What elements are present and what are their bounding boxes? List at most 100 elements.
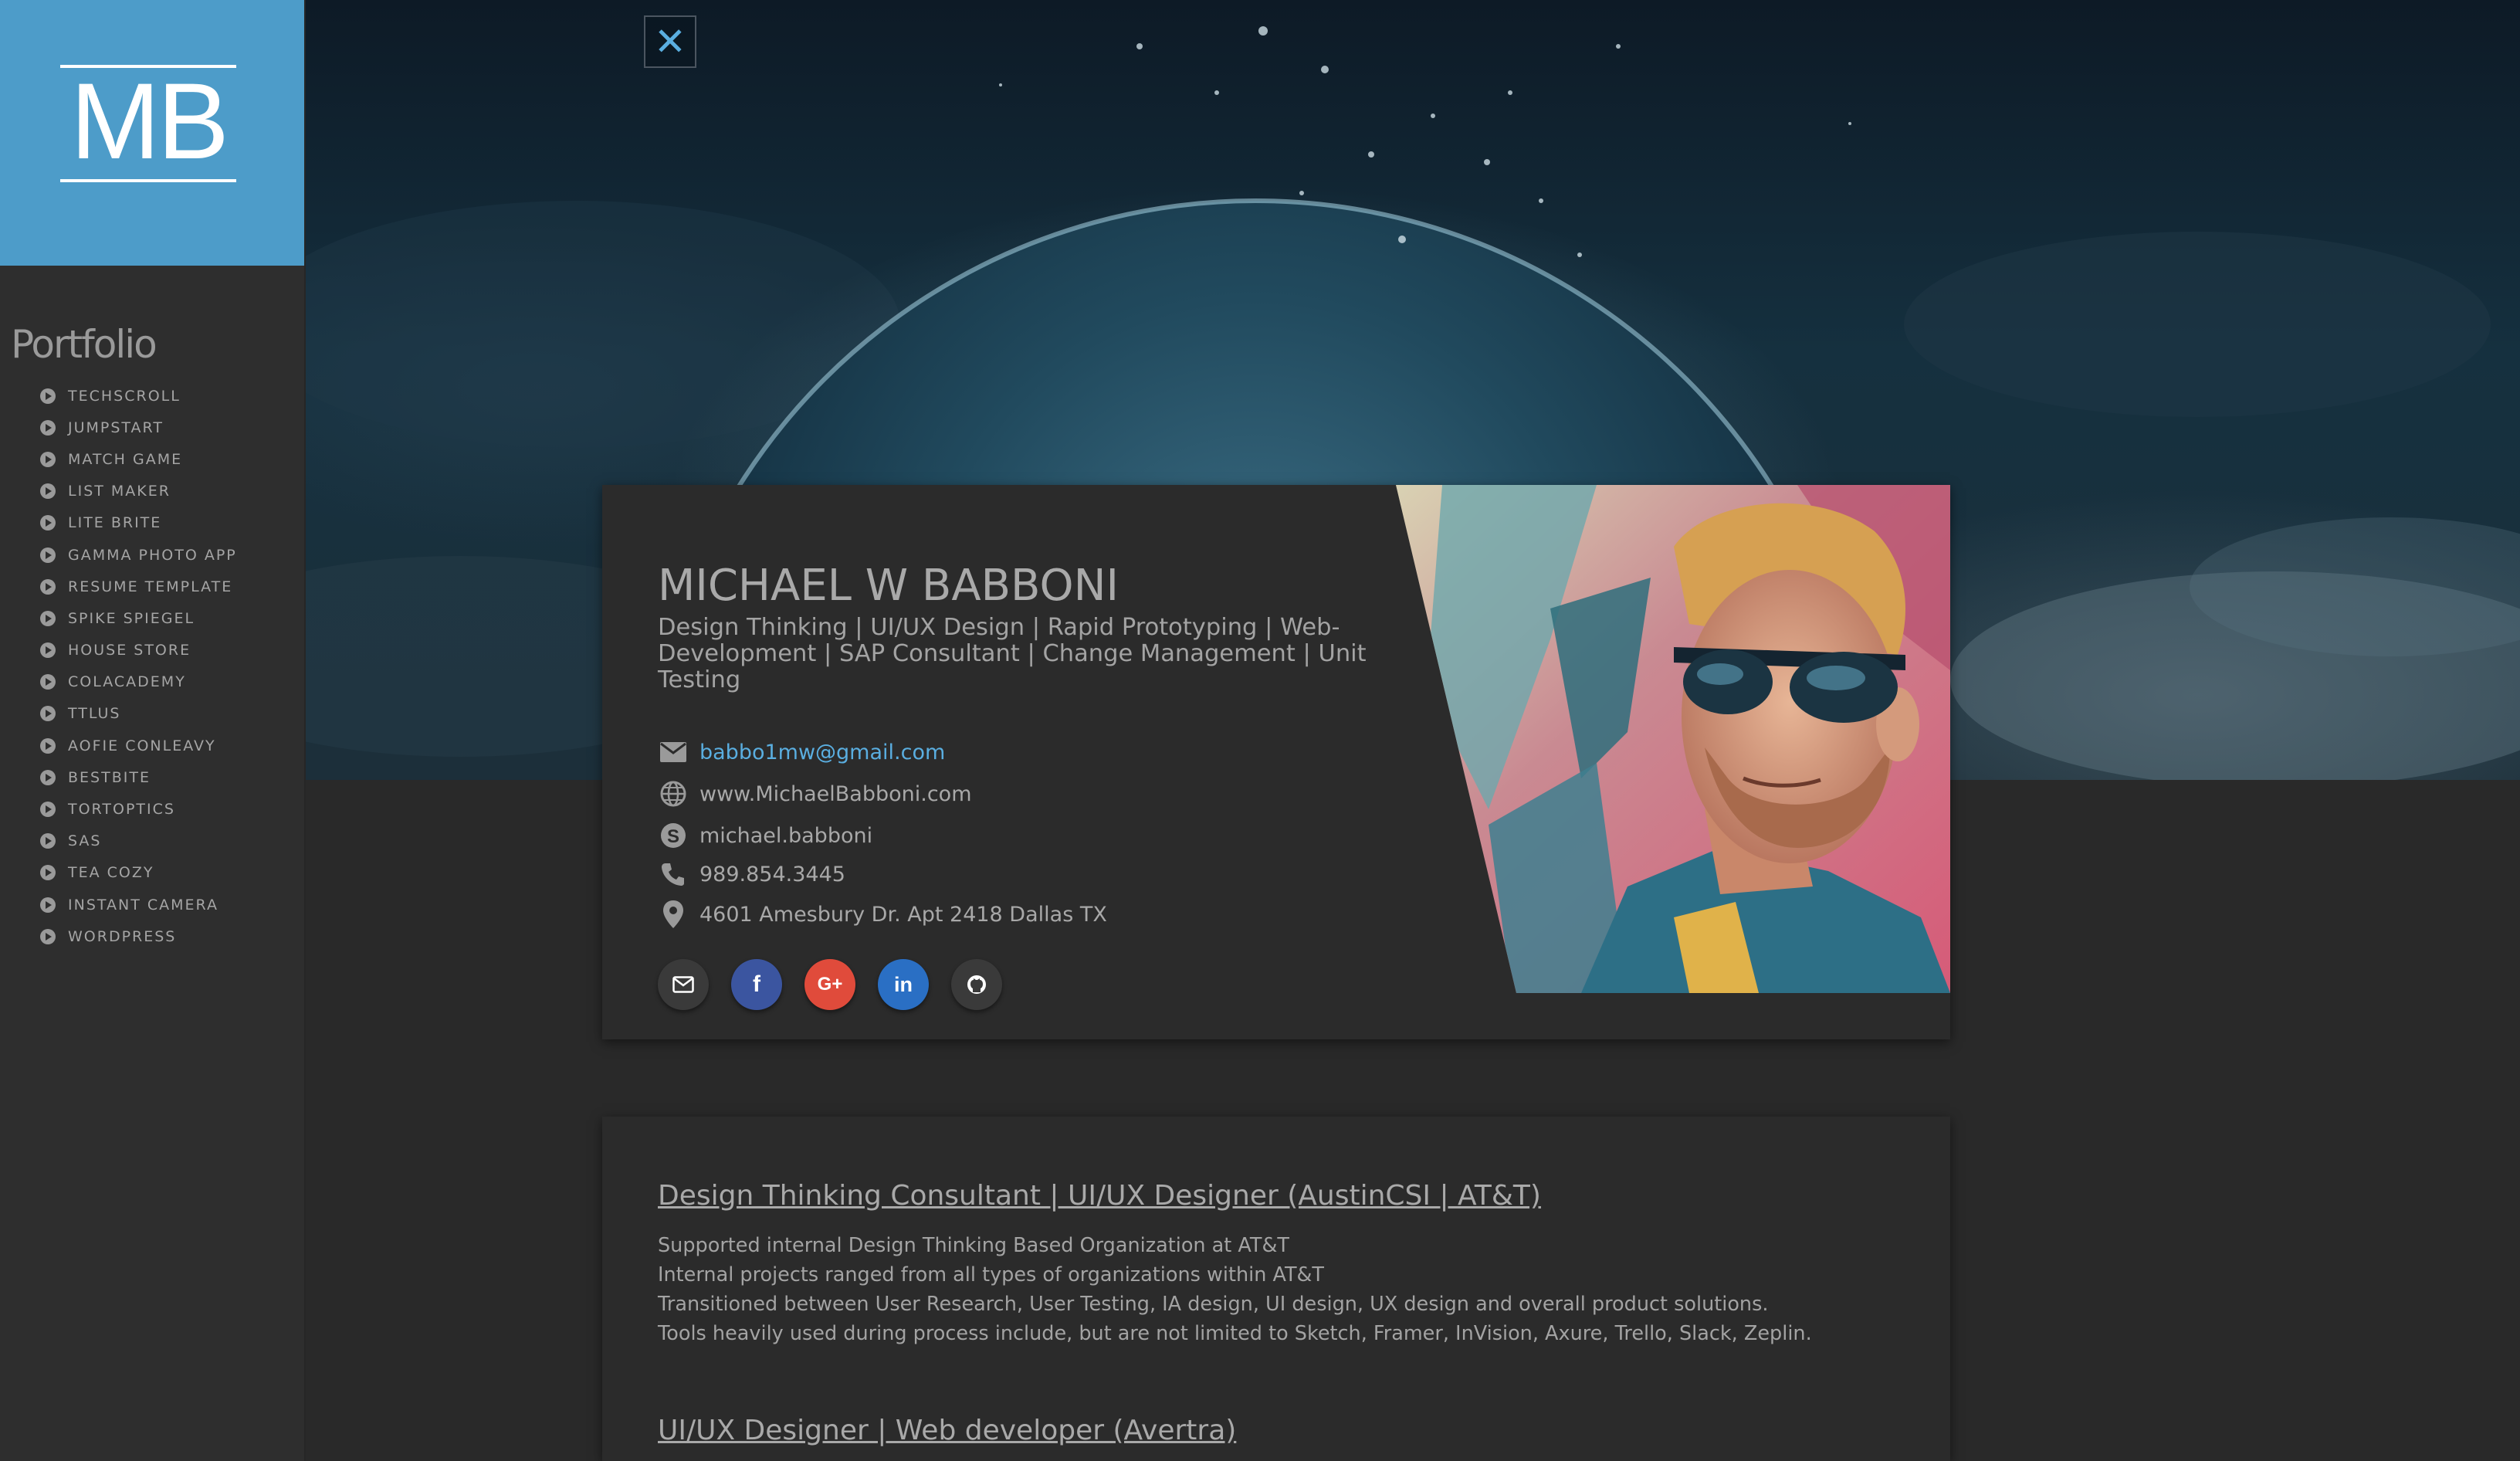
play-circle-icon xyxy=(40,674,56,690)
play-circle-icon xyxy=(40,547,56,563)
contact-skype: S michael.babboni xyxy=(658,820,872,851)
portfolio-heading: Portfolio xyxy=(11,322,158,367)
sidebar-item-wordpress[interactable]: WORDPRESS xyxy=(40,920,237,952)
sidebar-item-lite-brite[interactable]: LITE BRITE xyxy=(40,507,237,539)
sidebar-item-label: TECHSCROLL xyxy=(68,387,181,405)
sidebar-item-label: COLACADEMY xyxy=(68,673,186,691)
sidebar-item-colacademy[interactable]: COLACADEMY xyxy=(40,666,237,698)
profile-tagline: Design Thinking | UI/UX Design | Rapid P… xyxy=(658,614,1367,693)
sidebar-item-label: TTLUS xyxy=(68,705,121,723)
website-text: www.MichaelBabboni.com xyxy=(699,781,972,806)
sidebar-item-label: JUMPSTART xyxy=(68,419,164,436)
sidebar-item-label: WORDPRESS xyxy=(68,927,177,945)
sidebar-item-label: LIST MAKER xyxy=(68,483,171,500)
sidebar-item-gamma-photo-app[interactable]: GAMMA PHOTO APP xyxy=(40,539,237,571)
play-circle-icon xyxy=(40,483,56,500)
sidebar-item-tea-cozy[interactable]: TEA COZY xyxy=(40,857,237,889)
social-mail-button[interactable] xyxy=(658,959,709,1010)
social-links: f G+ in xyxy=(658,959,1025,1010)
envelope-icon xyxy=(658,737,689,768)
play-circle-icon xyxy=(40,897,56,913)
play-circle-icon xyxy=(40,769,56,785)
profile-photo xyxy=(1396,485,1950,993)
job-title-link[interactable]: Design Thinking Consultant | UI/UX Desig… xyxy=(658,1180,1541,1212)
sidebar-item-label: MATCH GAME xyxy=(68,450,183,468)
play-circle-icon xyxy=(40,578,56,595)
email-link[interactable]: babbo1mw@gmail.com xyxy=(699,741,945,764)
phone-text: 989.854.3445 xyxy=(699,862,845,886)
sidebar-item-house-store[interactable]: HOUSE STORE xyxy=(40,635,237,666)
sidebar-item-bestbite[interactable]: BESTBITE xyxy=(40,761,237,793)
play-circle-icon xyxy=(40,833,56,849)
sidebar-item-jumpstart[interactable]: JUMPSTART xyxy=(40,412,237,443)
sidebar-item-match-game[interactable]: MATCH GAME xyxy=(40,443,237,475)
address-text: 4601 Amesbury Dr. Apt 2418 Dallas TX xyxy=(699,902,1107,927)
sidebar-item-list-maker[interactable]: LIST MAKER xyxy=(40,476,237,507)
job-description-line: Tools heavily used during process includ… xyxy=(658,1322,1812,1345)
close-icon: ✕ xyxy=(654,19,686,64)
play-circle-icon xyxy=(40,451,56,467)
sidebar-item-label: INSTANT CAMERA xyxy=(68,896,218,914)
contact-email[interactable]: babbo1mw@gmail.com xyxy=(658,737,945,768)
play-circle-icon xyxy=(40,610,56,626)
sidebar-item-ttlus[interactable]: TTLUS xyxy=(40,698,237,730)
logo-text: MB xyxy=(70,60,229,181)
logo-rule-bottom xyxy=(60,179,236,182)
contact-phone: 989.854.3445 xyxy=(658,859,845,890)
play-circle-icon xyxy=(40,515,56,531)
google-plus-icon: G+ xyxy=(817,974,843,995)
sidebar-item-sas[interactable]: SAS xyxy=(40,825,237,857)
portfolio-nav: TECHSCROLL JUMPSTART MATCH GAME LIST MAK… xyxy=(40,380,237,952)
sidebar: MB Portfolio TECHSCROLL JUMPSTART MATCH … xyxy=(0,0,306,1461)
sidebar-item-resume-template[interactable]: RESUME TEMPLATE xyxy=(40,571,237,602)
sidebar-item-spike-spiegel[interactable]: SPIKE SPIEGEL xyxy=(40,602,237,634)
svg-text:S: S xyxy=(667,826,679,847)
sidebar-item-instant-camera[interactable]: INSTANT CAMERA xyxy=(40,889,237,920)
experience-card: Design Thinking Consultant | UI/UX Desig… xyxy=(602,1117,1950,1461)
sidebar-item-techscroll[interactable]: TECHSCROLL xyxy=(40,380,237,412)
social-github-button[interactable] xyxy=(951,959,1002,1010)
sidebar-item-label: SPIKE SPIEGEL xyxy=(68,609,195,627)
skype-text: michael.babboni xyxy=(699,823,873,848)
social-linkedin-button[interactable]: in xyxy=(878,959,929,1010)
close-button[interactable]: ✕ xyxy=(644,15,696,68)
sidebar-item-aofie-conleavy[interactable]: AOFIE CONLEAVY xyxy=(40,730,237,761)
sidebar-item-label: AOFIE CONLEAVY xyxy=(68,737,216,754)
map-pin-icon xyxy=(658,899,689,930)
play-circle-icon xyxy=(40,928,56,944)
sidebar-item-label: SAS xyxy=(68,832,102,850)
job-description: Supported internal Design Thinking Based… xyxy=(658,1231,1812,1348)
globe-icon xyxy=(658,778,689,809)
contact-website: www.MichaelBabboni.com xyxy=(658,778,972,809)
social-google-plus-button[interactable]: G+ xyxy=(804,959,855,1010)
job-description-line: Transitioned between User Research, User… xyxy=(658,1293,1769,1316)
profile-name: MICHAEL W BABBONI xyxy=(658,561,1119,611)
github-icon xyxy=(967,975,986,994)
sidebar-item-label: GAMMA PHOTO APP xyxy=(68,546,237,564)
profile-card: MICHAEL W BABBONI Design Thinking | UI/U… xyxy=(602,485,1950,1039)
play-circle-icon xyxy=(40,865,56,881)
linkedin-icon: in xyxy=(894,972,913,996)
contact-address: 4601 Amesbury Dr. Apt 2418 Dallas TX xyxy=(658,899,1107,930)
play-circle-icon xyxy=(40,802,56,818)
play-circle-icon xyxy=(40,419,56,436)
sidebar-item-label: LITE BRITE xyxy=(68,514,162,532)
phone-icon xyxy=(658,859,689,890)
job-title-link[interactable]: UI/UX Designer | Web developer (Avertra) xyxy=(658,1415,1236,1446)
facebook-icon: f xyxy=(753,971,760,997)
play-circle-icon xyxy=(40,388,56,404)
social-facebook-button[interactable]: f xyxy=(731,959,782,1010)
job-description-line: Supported internal Design Thinking Based… xyxy=(658,1234,1289,1257)
sidebar-item-label: TORTOPTICS xyxy=(68,801,175,819)
skype-icon: S xyxy=(658,820,689,851)
sidebar-item-label: BESTBITE xyxy=(68,768,151,786)
play-circle-icon xyxy=(40,737,56,754)
play-circle-icon xyxy=(40,642,56,659)
job-description-line: Internal projects ranged from all types … xyxy=(658,1263,1325,1286)
sidebar-item-label: HOUSE STORE xyxy=(68,642,191,659)
play-circle-icon xyxy=(40,706,56,722)
logo[interactable]: MB xyxy=(0,0,304,266)
sidebar-item-label: TEA COZY xyxy=(68,864,154,882)
mail-icon xyxy=(672,976,694,993)
sidebar-item-tortoptics[interactable]: TORTOPTICS xyxy=(40,793,237,825)
